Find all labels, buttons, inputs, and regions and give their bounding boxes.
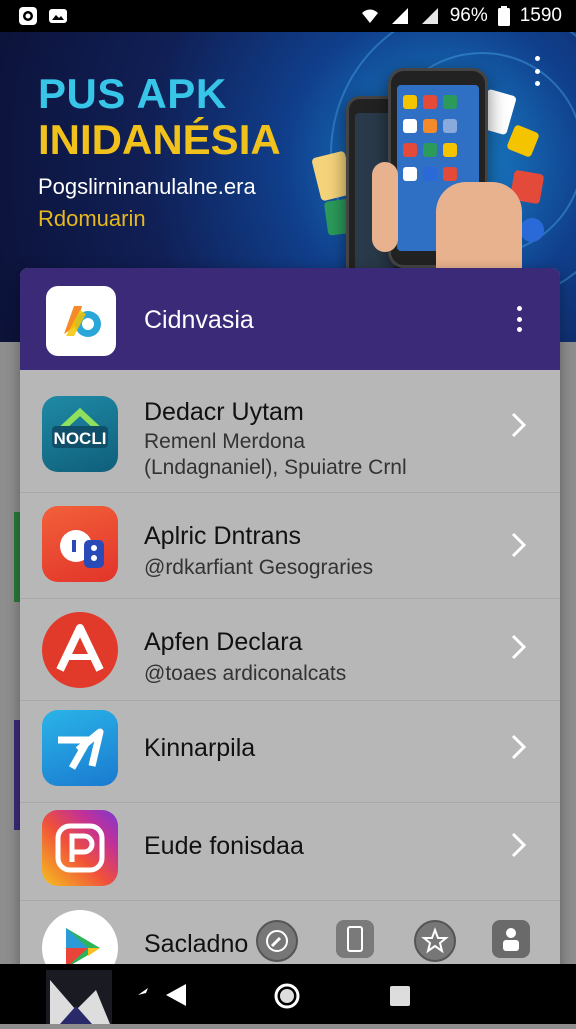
photo-icon	[49, 9, 67, 23]
hand-illustration	[372, 162, 398, 252]
banner-subtitle-line2: Rdomuarin	[38, 206, 146, 231]
a-app-icon	[42, 612, 118, 688]
divider	[20, 492, 560, 493]
list-item[interactable]: NOCLI Dedacr Uytam Remenl Merdona (Lndag…	[20, 370, 560, 482]
chevron-right-icon	[511, 532, 527, 558]
list-item-title: Kinnarpila	[144, 734, 256, 762]
blue-swirl-app-icon	[42, 710, 118, 786]
navigation-bar	[0, 964, 576, 1024]
divider	[20, 598, 560, 599]
phone-icon[interactable]	[336, 920, 374, 958]
banner-title-line2: INIDANÉSIA	[38, 116, 281, 163]
list-item-title: Eude fonisdaa	[144, 832, 304, 860]
chat-app-icon	[42, 506, 118, 582]
chevron-right-icon	[511, 412, 527, 438]
list-item[interactable]: Apfen Declara @toaes ardiconalcats	[20, 600, 560, 700]
back-icon[interactable]	[136, 982, 190, 1008]
list-item-subtitle: (Lndagnaniel), Spuiatre Crnl	[144, 456, 407, 479]
circle-app-icon	[19, 7, 37, 25]
star-badge-icon[interactable]	[414, 920, 456, 962]
clock: 1590	[519, 5, 562, 26]
signal-icon	[391, 8, 408, 24]
home-icon[interactable]	[273, 982, 301, 1010]
list-item-title: Dedacr Uytam	[144, 398, 304, 426]
person-icon[interactable]	[492, 920, 530, 958]
banner-title-line1: PUS APK	[38, 70, 227, 117]
noclu-app-icon: NOCLI	[42, 396, 118, 472]
signal-icon	[421, 8, 438, 24]
card-header: Cidnvasia	[20, 268, 560, 370]
chevron-right-icon	[511, 634, 527, 660]
banner-subtitle-line1: Pogslirninanulalne.era	[38, 174, 256, 199]
battery-icon	[497, 6, 510, 26]
list-item-subtitle: Remenl Merdona	[144, 430, 306, 453]
divider	[20, 802, 560, 803]
recents-icon[interactable]	[388, 984, 412, 1008]
list-item-title: Apfen Declara	[144, 628, 303, 656]
chevron-right-icon	[511, 832, 527, 858]
list-item[interactable]: Kinnarpila	[20, 702, 560, 802]
wifi-icon	[361, 9, 378, 23]
app-logo-icon[interactable]	[46, 970, 112, 1024]
divider	[20, 900, 560, 901]
list-item-subtitle: @rdkarfiant Gesograries	[144, 556, 374, 579]
card-more-button[interactable]	[514, 306, 524, 332]
card-header-title: Cidnvasia	[144, 306, 254, 334]
banner-more-button[interactable]	[528, 56, 546, 86]
compass-icon[interactable]	[256, 920, 298, 962]
list-item-title: Aplric Dntrans	[144, 522, 301, 550]
status-bar: 96% 1590	[0, 0, 576, 32]
instagram-like-app-icon	[42, 810, 118, 886]
list-item[interactable]: Aplric Dntrans @rdkarfiant Gesograries	[20, 494, 560, 596]
svg-text:NOCLI: NOCLI	[54, 429, 107, 448]
app-list-card: Cidnvasia NOCLI Dedacr Uytam Remenl Merd…	[20, 268, 560, 988]
divider	[20, 700, 560, 701]
list-item-subtitle: @toaes ardiconalcats	[144, 662, 347, 685]
list-item[interactable]: Eude fonisdaa	[20, 804, 560, 904]
list-item-title: Sacladno	[144, 930, 249, 958]
battery-percent: 96%	[449, 5, 488, 26]
app-logo-icon[interactable]	[46, 286, 116, 356]
chevron-right-icon	[511, 734, 527, 760]
